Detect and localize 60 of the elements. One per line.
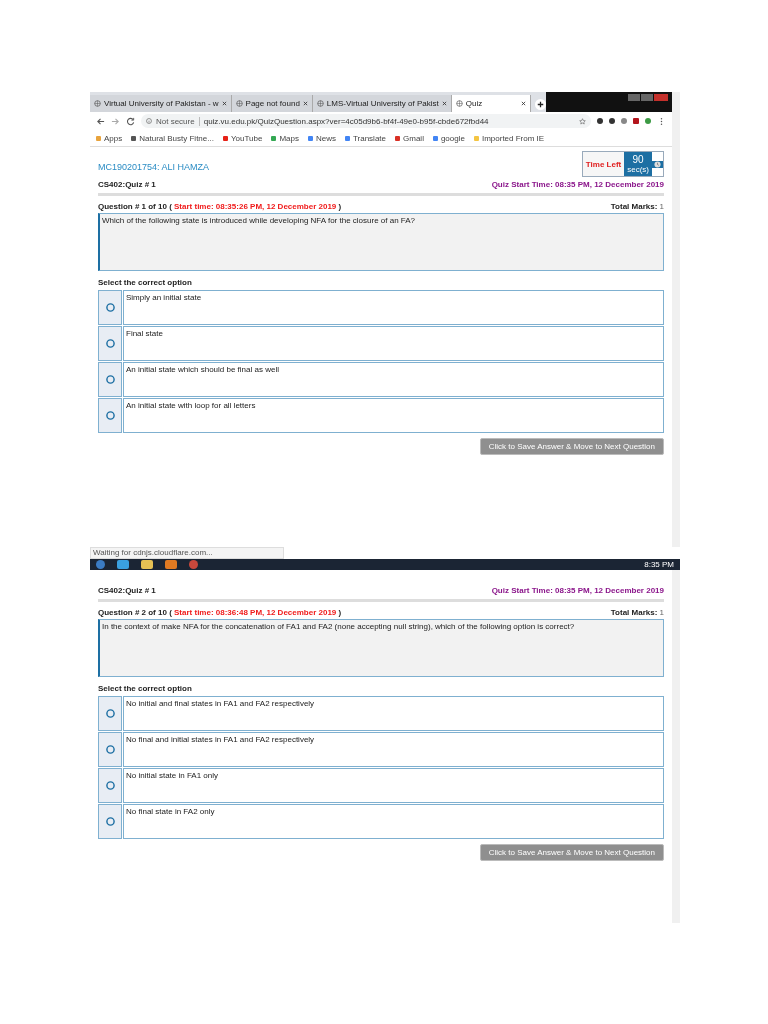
reload-icon[interactable] — [126, 116, 135, 126]
quiz-start-time: Quiz Start Time: 08:35 PM, 12 December 2019 — [491, 180, 664, 189]
browser-tab[interactable]: Virtual University of Pakistan - w — [90, 95, 232, 112]
bookmark-link[interactable]: YouTube — [222, 133, 263, 143]
quiz-start-time: Quiz Start Time: 08:35 PM, 12 December 2019 — [491, 586, 664, 595]
option-radio[interactable] — [105, 745, 115, 754]
profile-icon[interactable] — [645, 118, 651, 124]
bookmark-link[interactable]: Imported From IE — [473, 133, 545, 143]
total-marks: Total Marks: 1 — [610, 608, 664, 617]
option-radio[interactable] — [105, 339, 115, 348]
option-prompt: Select the correct option — [98, 278, 193, 287]
bookmark-link[interactable]: google — [432, 133, 465, 143]
back-arrow-icon[interactable] — [96, 116, 105, 126]
option-radio[interactable] — [105, 375, 115, 384]
quiz-title: CS402:Quiz # 1 — [98, 180, 157, 189]
browser-tab[interactable]: Quiz — [451, 95, 531, 112]
status-text: Waiting for cdnjs.cloudflare.com... — [90, 547, 284, 559]
bookmark-link[interactable]: Natural Busty Fitne... — [131, 133, 214, 143]
taskbar-clock: 8:35 PM — [644, 560, 674, 569]
option-radio[interactable] — [105, 303, 115, 312]
address-bar[interactable]: Not secure quiz.vu.edu.pk/QuizQuestion.aspx?ver=4c05d9b6-bf4f-49e0-b95f-cbde672fbd44 — [141, 114, 591, 128]
browser-tab[interactable]: Page not found — [231, 95, 313, 112]
window-controls-icon[interactable] — [628, 94, 668, 102]
option-text-area: Simply an initial state — [123, 290, 664, 325]
question-heading: Question # 1 of 10 ( Start time: 08:35:26 PM, 12 December 2019 ) — [98, 202, 342, 211]
option-prompt: Select the correct option — [98, 684, 193, 693]
option-radio[interactable] — [105, 781, 115, 790]
bookmark-link[interactable]: Gmail — [395, 133, 424, 143]
student-name: MC190201754: ALI HAMZA — [98, 162, 210, 172]
globe-icon — [94, 100, 101, 107]
browser-tab[interactable]: LMS-Virtual University of Pakist — [312, 95, 452, 112]
option-text-area: Final state — [123, 326, 664, 361]
quiz-title: CS402:Quiz # 1 — [98, 586, 156, 595]
option-radio[interactable] — [105, 817, 115, 826]
question-text-area: Which of the following state is introduced while developing NFA for the closure of an FA? — [98, 213, 664, 271]
bookmark-link[interactable]: News — [307, 133, 336, 143]
star-icon[interactable] — [579, 117, 586, 125]
question-heading: Question # 2 of 10 ( Start time: 08:36:48 PM, 12 December 2019 ) — [98, 608, 342, 617]
question-text-area: In the context of make NFA for the concatenation of FA1 and FA2 (none accepting null string), which of the following option is correct? — [98, 619, 664, 677]
bookmark-link[interactable]: Translate — [344, 133, 386, 143]
globe-icon — [235, 100, 243, 107]
close-icon[interactable] — [520, 101, 526, 106]
option-radio[interactable] — [105, 411, 115, 420]
option-text-area: An initial state which should be final as well — [123, 362, 664, 397]
new-tab-plus-icon[interactable] — [534, 99, 546, 110]
option-text-area: No initial state in FA1 only — [123, 768, 664, 803]
option-text-area: An initial state with loop for all letters — [123, 398, 664, 433]
close-icon[interactable] — [441, 101, 447, 106]
start-orb-icon[interactable] — [96, 560, 105, 569]
globe-icon — [455, 100, 463, 107]
bookmark-link[interactable]: Maps — [271, 133, 299, 143]
total-marks: Total Marks: 1 — [610, 202, 664, 211]
option-radio[interactable] — [105, 709, 115, 718]
close-icon[interactable] — [221, 101, 227, 106]
close-icon[interactable] — [302, 101, 308, 106]
bookmark-link[interactable]: Apps — [96, 133, 123, 143]
option-text-area: No initial and final states in FA1 and FA2 respectively — [123, 696, 664, 731]
option-text-area: No final state in FA2 only — [123, 804, 664, 839]
globe-icon — [316, 100, 324, 107]
option-text-area: No final and initial states in FA1 and FA2 respectively — [123, 732, 664, 767]
